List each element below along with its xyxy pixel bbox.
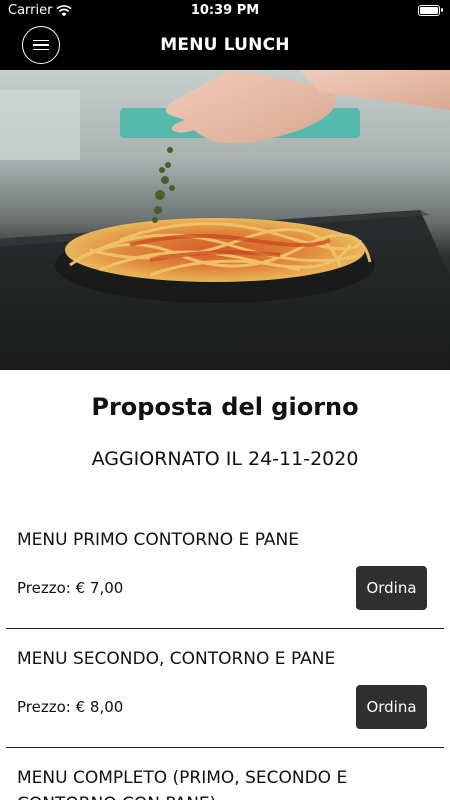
status-bar: Carrier 10:39 PM <box>0 0 450 22</box>
menu-item-price: Prezzo: € 7,00 <box>17 579 124 597</box>
nav-bar: MENU LUNCH <box>0 22 450 70</box>
menu-item-name: MENU PRIMO CONTORNO E PANE <box>17 530 299 550</box>
menu-item-name: MENU SECONDO, CONTORNO E PANE <box>17 649 336 669</box>
menu-item: MENU COMPLETO (PRIMO, SECONDO E CONTORNO… <box>6 765 444 800</box>
section-title: Proposta del giorno <box>91 393 359 421</box>
battery-icon <box>418 5 443 16</box>
page-title: MENU LUNCH <box>160 35 290 55</box>
menu-item: MENU SECONDO, CONTORNO E PANE Prezzo: € … <box>6 646 444 748</box>
menu-item: MENU PRIMO CONTORNO E PANE Prezzo: € 7,0… <box>6 527 444 629</box>
status-time: 10:39 PM <box>190 3 260 18</box>
divider <box>6 628 444 629</box>
updated-date-label: AGGIORNATO IL 24-11-2020 <box>91 448 359 470</box>
order-button[interactable]: Ordina <box>356 685 427 729</box>
hero-image <box>0 70 450 370</box>
menu-item-name: MENU COMPLETO (PRIMO, SECONDO E CONTORNO… <box>17 768 348 800</box>
pasta-dish-image <box>0 70 450 370</box>
divider <box>6 747 444 748</box>
order-button[interactable]: Ordina <box>356 566 427 610</box>
menu-item-price: Prezzo: € 8,00 <box>17 698 124 716</box>
